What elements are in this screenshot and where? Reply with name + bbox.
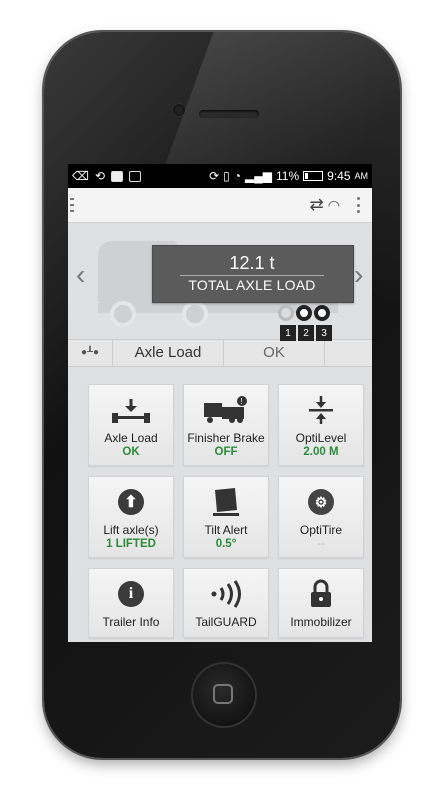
notification-icon: ⟲ [94,169,106,183]
tile-status: -- [317,538,325,550]
clock-am-pm: AM [354,171,369,181]
wheel-icon [182,301,208,327]
tilt-icon [209,487,243,517]
tile-tailguard[interactable]: TailGUARD [183,568,269,638]
tile-status: 0.5° [215,538,237,550]
tile-optilevel[interactable]: OptiLevel 2.00 M [278,384,364,466]
total-axle-load-value: 12.1 t [229,253,275,273]
axle-number[interactable]: 3 [316,325,332,341]
signal-icon: ▂▄▆ [245,169,272,183]
tile-label: Lift axle(s) [103,523,159,537]
home-button-icon [213,684,233,704]
back-icon: ⌫ [72,169,89,183]
tile-status: 1 LIFTED [106,538,156,550]
tile-trailer-info[interactable]: i Trailer Info [88,568,174,638]
tile-lift-axle[interactable]: ⬆ Lift axle(s) 1 LIFTED [88,476,174,558]
svg-text:!: ! [241,397,243,406]
function-tiles: Axle Load OK ! Finisher Brake OFF OptiLe… [88,384,372,638]
tile-status: OFF [214,446,238,458]
finisher-brake-icon: ! [202,395,250,425]
tile-optitire[interactable]: ⚙ OptiTire -- [278,476,364,558]
code-icon [129,170,142,182]
axle-indicators [278,305,330,321]
tile-immobilizer[interactable]: Immobilizer [278,568,364,638]
tile-tilt-alert[interactable]: Tilt Alert 0.5° [183,476,269,558]
wifi-status-icon: ◔ [233,169,242,183]
chevron-left-icon[interactable]: ‹ [76,259,85,291]
tile-status: 2.00 M [303,446,339,458]
info-icon: i [118,579,144,609]
tile-label: TailGUARD [195,615,257,629]
vibrate-icon: ▯ [223,169,230,183]
tile-label: Trailer Info [102,615,160,629]
battery-icon [303,171,324,181]
level-icon [306,395,336,425]
axle-icon [109,395,153,425]
tile-label: OptiTire [299,523,343,537]
tile-finisher-brake[interactable]: ! Finisher Brake OFF [183,384,269,466]
axle-lifted-icon [278,305,294,321]
wifi-icon[interactable]: ◠ [328,197,340,214]
selector-value: OK [224,340,325,366]
total-axle-load-label: TOTAL AXLE LOAD [188,277,316,293]
axle-down-icon [296,305,312,321]
lift-axle-icon: ⬆ [118,487,144,517]
lock-icon [309,579,333,609]
sync-icon[interactable]: ⇄ [310,195,324,215]
sync-status-icon: ⟳ [209,169,220,183]
axle-down-icon [314,305,330,321]
front-camera [173,104,185,116]
battery-percent: 11% [276,169,300,183]
tile-label: Tilt Alert [204,523,248,537]
tire-icon: ⚙ [308,487,334,517]
tile-label: Axle Load [104,431,158,445]
chevron-right-icon[interactable]: › [354,259,363,291]
tile-label: Immobilizer [290,615,352,629]
app-bar: ⇄ ◠ [68,188,372,223]
divider [180,275,324,276]
axle-number[interactable]: 1 [280,325,296,341]
tile-axle-load[interactable]: Axle Load OK [88,384,174,466]
selector-label: Axle Load [113,340,224,366]
clock: 9:45 [327,169,351,183]
tile-status: OK [122,446,140,458]
status-bar: ⌫ ⟲ ⟳ ▯ ◔ ▂▄▆ 11% 9:45 AM [68,164,372,188]
axle-number[interactable]: 2 [298,325,314,341]
image-icon [111,170,124,182]
load-summary: ‹ 12.1 t TOTAL AXLE LOAD › 1 2 3 [68,223,372,341]
function-selector[interactable]: ●┸● Axle Load OK [68,339,372,367]
tile-label: Finisher Brake [187,431,265,445]
earpiece-speaker [199,110,259,118]
sensor-icon [208,579,244,609]
axle-small-icon: ●┸● [68,340,113,366]
menu-icon[interactable] [70,198,74,212]
overflow-menu-icon[interactable] [356,197,360,213]
tile-label: OptiLevel [295,431,347,445]
wheel-icon [110,301,136,327]
